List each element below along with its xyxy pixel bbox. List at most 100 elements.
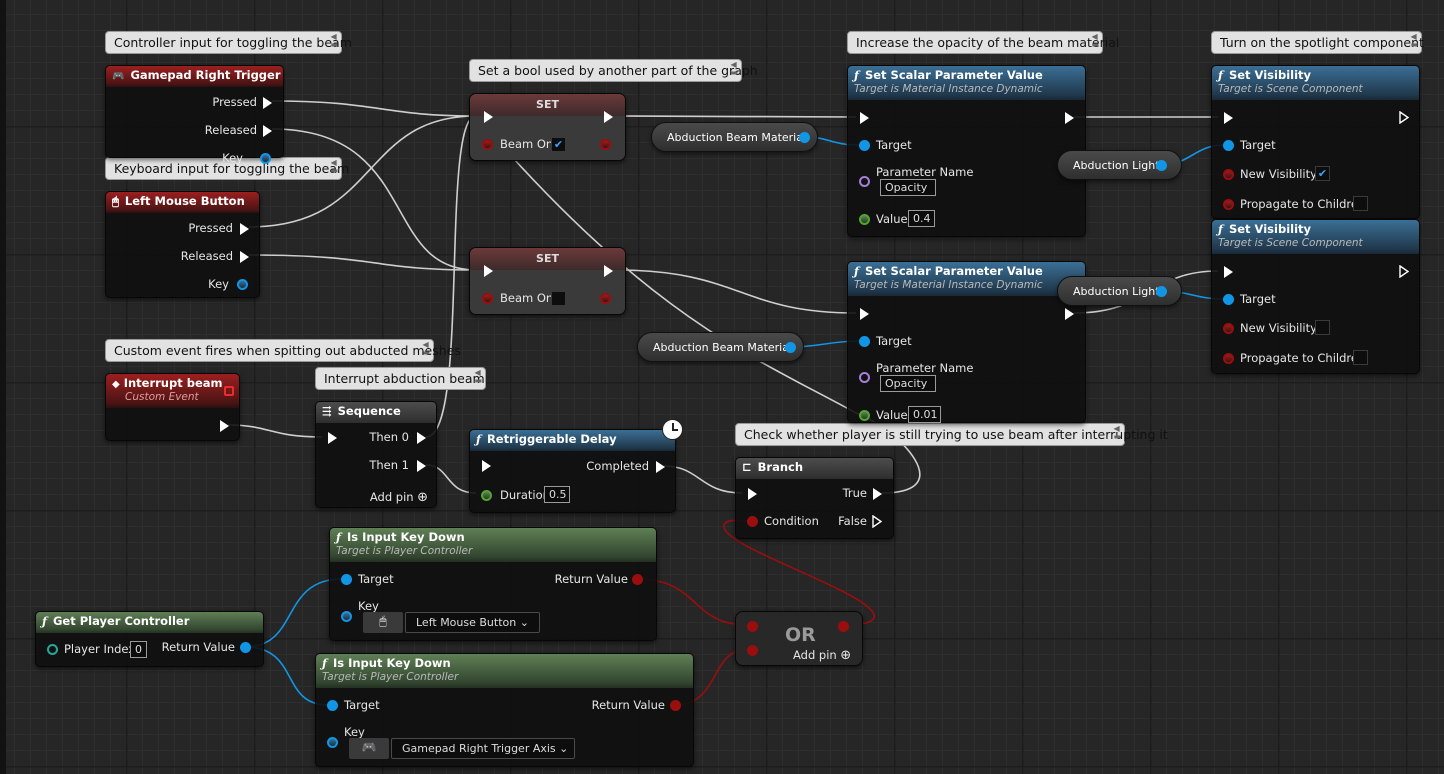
pin-target[interactable] bbox=[859, 140, 870, 151]
pin-value[interactable] bbox=[859, 214, 870, 225]
mouse-icon[interactable]: 🖱 bbox=[363, 612, 403, 633]
pin-exec-in[interactable] bbox=[484, 111, 493, 123]
node-header[interactable]: ƒ Set Scalar Parameter Value Target is Mat… bbox=[848, 262, 1085, 296]
collapse-icon[interactable]: ◀ ▬ bbox=[330, 33, 338, 49]
node-header[interactable]: ƒ Set Visibility Target is Scene Component bbox=[1212, 220, 1419, 254]
pin-then-1[interactable] bbox=[417, 460, 426, 472]
gamepad-icon[interactable]: 🎮 bbox=[349, 738, 389, 759]
pin-target[interactable] bbox=[1223, 294, 1234, 305]
pin-exec-in[interactable] bbox=[860, 112, 869, 124]
pin-return-value[interactable] bbox=[670, 700, 681, 711]
pin-new-visibility[interactable] bbox=[1223, 169, 1234, 180]
pin-pressed-exec[interactable] bbox=[263, 97, 272, 109]
add-pin-button[interactable]: Add pin ⊕ bbox=[793, 648, 851, 663]
node-header[interactable]: ƒ Set Scalar Parameter Value Target is Mat… bbox=[848, 66, 1085, 100]
comment-check[interactable]: Check whether player is still trying to … bbox=[735, 423, 1168, 446]
pin-exec-in[interactable] bbox=[484, 265, 493, 277]
pin-exec-in[interactable] bbox=[1224, 112, 1233, 124]
comment-set-bool[interactable]: Set a bool used by another part of the g… bbox=[469, 59, 758, 82]
node-set-beam-on-true[interactable]: SET Beam On ✔ bbox=[469, 93, 626, 161]
new-visibility-checkbox[interactable]: ✔ bbox=[1315, 166, 1330, 181]
node-custom-event-interrupt-beam[interactable]: ◆ Interrupt beam Custom Event bbox=[105, 373, 240, 441]
pin-beam-on-out[interactable] bbox=[600, 139, 611, 150]
pin-condition[interactable] bbox=[747, 516, 758, 527]
pin-exec-out[interactable] bbox=[604, 111, 613, 123]
pin-exec-in[interactable] bbox=[482, 460, 491, 472]
node-sequence[interactable]: ⇶ Sequence Then 0 Then 1 Add pin ⊕ bbox=[315, 401, 437, 508]
pin-target[interactable] bbox=[859, 336, 870, 347]
pin-exec-in[interactable] bbox=[860, 308, 869, 320]
pin-released-exec[interactable] bbox=[263, 125, 272, 137]
node-header[interactable]: SET bbox=[470, 94, 625, 116]
propagate-checkbox[interactable] bbox=[1353, 196, 1368, 211]
node-set-visibility[interactable]: ƒ Set Visibility Target is Scene Component… bbox=[1211, 65, 1420, 219]
pin-propagate[interactable] bbox=[1223, 199, 1234, 210]
pin-return-value[interactable] bbox=[838, 621, 849, 632]
pin-light-out[interactable] bbox=[1156, 160, 1167, 171]
collapse-icon[interactable]: ◀ ▬ bbox=[422, 341, 430, 357]
duration-field[interactable]: 0.5 bbox=[544, 486, 570, 503]
collapse-icon[interactable]: ◀ ▬ bbox=[1410, 33, 1418, 49]
node-header[interactable]: ƒ Is Input Key Down Target is Player Contr… bbox=[330, 528, 656, 562]
parameter-name-field[interactable]: Opacity bbox=[880, 375, 936, 392]
pin-parameter-name[interactable] bbox=[859, 372, 870, 383]
node-retriggerable-delay[interactable]: ƒ Retriggerable Delay Completed Duration … bbox=[469, 429, 676, 513]
pin-beam-on[interactable] bbox=[482, 139, 493, 150]
propagate-checkbox[interactable] bbox=[1353, 350, 1368, 365]
pin-return-value[interactable] bbox=[632, 574, 643, 585]
pin-exec-out[interactable] bbox=[1399, 111, 1410, 124]
pin-target[interactable] bbox=[327, 700, 338, 711]
collapse-icon[interactable]: ◀ ▬ bbox=[730, 61, 738, 77]
comment-gamepad[interactable]: Controller input for toggling the beam ◀ ▬ bbox=[105, 31, 352, 54]
key-select[interactable]: Left Mouse Button ⌄ bbox=[405, 612, 540, 633]
var-abduction-beam-material[interactable]: Abduction Beam Material bbox=[651, 122, 818, 152]
pin-beam-on[interactable] bbox=[482, 293, 493, 304]
pin-beam-on-out[interactable] bbox=[600, 293, 611, 304]
pin-key[interactable] bbox=[341, 611, 352, 622]
collapse-icon[interactable]: ◀ ▬ bbox=[1113, 425, 1121, 441]
node-set-visibility[interactable]: ƒ Set Visibility Target is Scene Component… bbox=[1211, 219, 1420, 374]
value-field[interactable]: 0.01 bbox=[908, 406, 941, 423]
collapse-icon[interactable]: ◀ ▬ bbox=[474, 369, 482, 385]
player-index-field[interactable]: 0 bbox=[130, 641, 147, 658]
pin-pressed-exec[interactable] bbox=[240, 223, 249, 235]
pin-exec-out[interactable] bbox=[220, 420, 229, 432]
pin-key[interactable] bbox=[327, 737, 338, 748]
delegate-pin-icon[interactable] bbox=[224, 386, 234, 396]
pin-false[interactable] bbox=[872, 515, 883, 528]
var-abduction-light[interactable]: Abduction Light bbox=[1057, 276, 1182, 306]
pin-light-out[interactable] bbox=[1156, 286, 1167, 297]
comment-custom-event[interactable]: Custom event fires when spitting out abd… bbox=[105, 339, 461, 362]
pin-exec-in[interactable] bbox=[328, 432, 337, 444]
node-header[interactable]: 🖱 Left Mouse Button bbox=[106, 192, 259, 213]
node-header[interactable]: ◆ Interrupt beam Custom Event bbox=[106, 374, 239, 408]
beam-on-checkbox[interactable]: ✔ bbox=[551, 137, 566, 152]
comment-opacity[interactable]: Increase the opacity of the beam materia… bbox=[847, 31, 1119, 54]
parameter-name-field[interactable]: Opacity bbox=[880, 179, 936, 196]
pin-exec-out[interactable] bbox=[1399, 265, 1410, 278]
node-or[interactable]: OR Add pin ⊕ bbox=[735, 611, 863, 666]
pin-return-value[interactable] bbox=[240, 642, 251, 653]
pin-true[interactable] bbox=[873, 488, 882, 500]
node-header[interactable]: ⇶ Sequence bbox=[316, 402, 436, 423]
node-header[interactable]: ƒ Is Input Key Down Target is Player Contr… bbox=[316, 654, 693, 688]
pin-duration[interactable] bbox=[481, 490, 492, 501]
pin-key[interactable] bbox=[237, 279, 248, 290]
pin-player-index[interactable] bbox=[47, 644, 58, 655]
node-is-input-key-down[interactable]: ƒ Is Input Key Down Target is Player Contr… bbox=[329, 527, 657, 641]
node-set-beam-on-false[interactable]: SET Beam On bbox=[469, 247, 626, 315]
pin-material-out[interactable] bbox=[785, 342, 796, 353]
key-select[interactable]: Gamepad Right Trigger Axis ⌄ bbox=[391, 738, 575, 759]
node-branch[interactable]: ⊏ Branch True Condition False bbox=[735, 457, 894, 539]
node-header[interactable]: 🎮 Gamepad Right Trigger bbox=[106, 66, 283, 87]
new-visibility-checkbox[interactable] bbox=[1315, 320, 1330, 335]
pin-new-visibility[interactable] bbox=[1223, 323, 1234, 334]
pin-parameter-name[interactable] bbox=[859, 176, 870, 187]
node-header[interactable]: ƒ Retriggerable Delay bbox=[470, 430, 675, 451]
value-field[interactable]: 0.4 bbox=[908, 210, 935, 227]
pin-exec-in[interactable] bbox=[748, 488, 757, 500]
pin-exec-out[interactable] bbox=[604, 265, 613, 277]
node-header[interactable]: SET bbox=[470, 248, 625, 270]
node-gamepad-right-trigger[interactable]: 🎮 Gamepad Right Trigger Pressed Released … bbox=[105, 65, 284, 165]
var-abduction-light[interactable]: Abduction Light bbox=[1057, 150, 1182, 180]
